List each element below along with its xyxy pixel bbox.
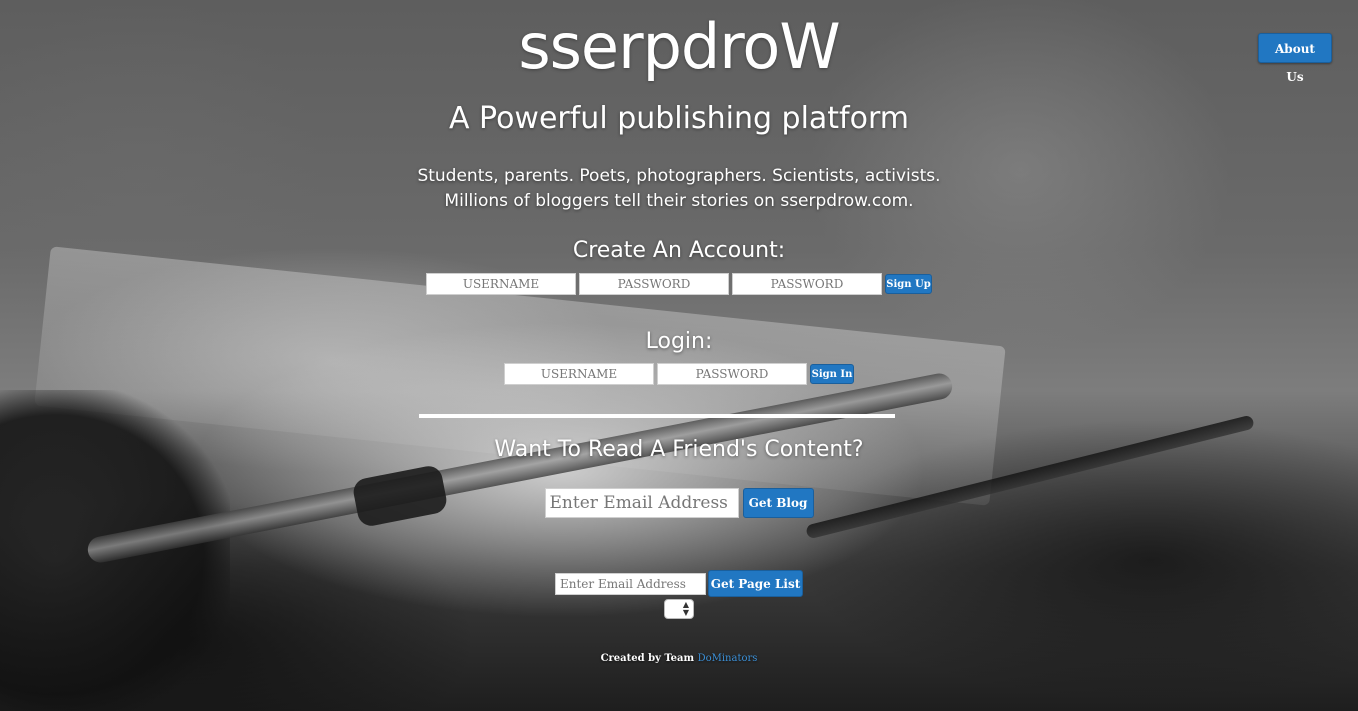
sign-in-button[interactable]: Sign In (810, 364, 854, 384)
blurb-line-2: Millions of bloggers tell their stories … (444, 191, 914, 211)
tagline: A Powerful publishing platform (448, 101, 910, 136)
main-content: sserpdroW About Us A Powerful publishing… (0, 0, 1358, 711)
select-stepper-icon: ▲ ▼ (682, 600, 689, 617)
footer: Created by Team DoMinators (0, 653, 1358, 664)
signup-password-input[interactable] (579, 273, 729, 295)
page-list-select[interactable]: ▲ ▼ (664, 599, 694, 619)
get-page-list-button[interactable]: Get Page List (708, 570, 803, 597)
about-us-button[interactable]: About Us (1258, 33, 1332, 84)
page-list-email-input[interactable] (555, 572, 706, 595)
get-blog-button[interactable]: Get Blog (742, 488, 814, 518)
section-divider (419, 414, 895, 418)
team-link[interactable]: DoMinators (698, 653, 758, 664)
site-logo: sserpdroW (518, 10, 840, 83)
sign-up-button[interactable]: Sign Up (885, 274, 932, 294)
login-password-input[interactable] (657, 363, 807, 385)
login-form: Sign In (0, 363, 1358, 385)
page-list-form: Get Page List (0, 570, 1358, 597)
friend-email-input[interactable] (544, 488, 739, 518)
get-blog-form: Get Blog (0, 488, 1358, 518)
create-account-heading: Create An Account: (572, 238, 786, 263)
hero-blurb: Students, parents. Poets, photographers.… (0, 164, 1358, 214)
signup-confirm-password-input[interactable] (732, 273, 882, 295)
signup-username-input[interactable] (426, 273, 576, 295)
page-list-select-row: ▲ ▼ (0, 599, 1358, 619)
blurb-line-1: Students, parents. Poets, photographers.… (417, 166, 941, 186)
friend-content-heading: Want To Read A Friend's Content? (494, 437, 864, 462)
login-username-input[interactable] (504, 363, 654, 385)
login-heading: Login: (645, 329, 713, 354)
footer-credit: Created by Team (600, 653, 695, 664)
signup-form: Sign Up (0, 273, 1358, 295)
